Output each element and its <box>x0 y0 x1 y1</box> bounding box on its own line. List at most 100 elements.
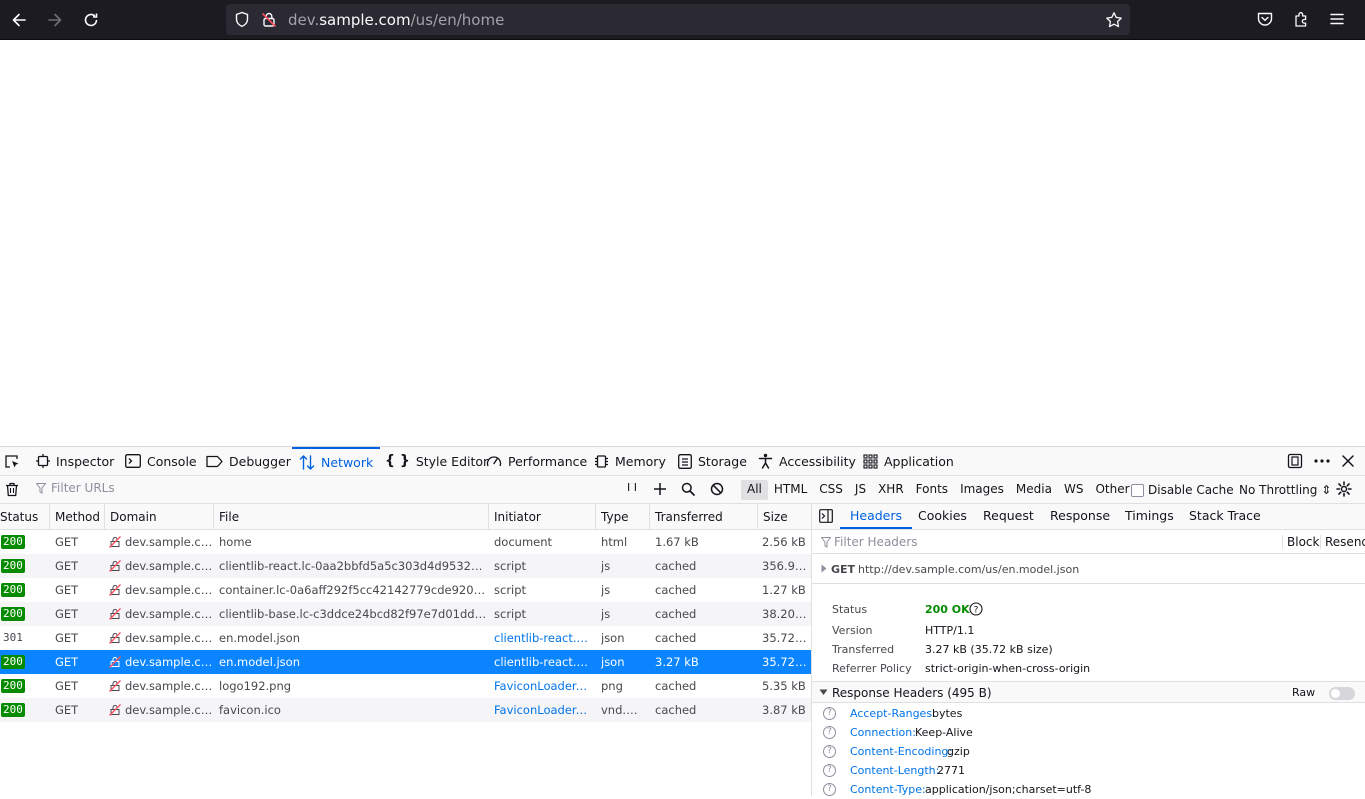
table-row[interactable]: 200 dev.sample.com GET favicon.ico FaviconLo… <box>0 698 811 722</box>
disable-cache-toggle[interactable]: Disable Cache <box>1131 483 1234 497</box>
tab-console[interactable]: Console <box>125 447 197 475</box>
column-type[interactable]: Type <box>596 504 650 530</box>
more-options-icon[interactable] <box>1313 447 1331 475</box>
debugger-icon <box>206 455 223 468</box>
cell-domain: dev.sample.com <box>125 703 213 717</box>
table-row[interactable]: 200 dev.sample.com GET logo192.png FaviconLo… <box>0 674 811 698</box>
tab-inspector[interactable]: Inspector <box>36 447 114 475</box>
block-icon[interactable] <box>710 482 724 496</box>
details-tab-cookies[interactable]: Cookies <box>918 504 967 529</box>
table-row[interactable]: 200 dev.sample.com GET container.lc-0a6aff2… <box>0 578 811 602</box>
help-circle-icon[interactable]: ? <box>969 602 983 616</box>
insecure-connection-icon <box>109 656 121 668</box>
filter-other[interactable]: Other <box>1089 480 1135 500</box>
filter-html[interactable]: HTML <box>768 480 813 500</box>
storage-icon <box>678 453 692 469</box>
raw-toggle[interactable] <box>1329 687 1355 700</box>
table-row[interactable]: 200 dev.sample.com GET clientlib-react.lc-0… <box>0 554 811 578</box>
cell-transferred: cached <box>655 583 697 597</box>
url-text[interactable]: dev.sample.com/us/en/home <box>288 11 504 29</box>
forward-arrow-icon[interactable] <box>45 10 65 30</box>
browser-toolbar: dev.sample.com/us/en/home <box>0 0 1365 40</box>
filter-xhr[interactable]: XHR <box>872 480 910 500</box>
extensions-icon[interactable] <box>1292 10 1312 30</box>
bookmark-star-icon[interactable] <box>1105 11 1123 29</box>
help-circle-icon[interactable]: ? <box>823 726 836 739</box>
details-tab-request[interactable]: Request <box>983 504 1034 529</box>
close-devtools-icon[interactable] <box>1341 447 1355 475</box>
trash-icon[interactable] <box>5 482 19 497</box>
throttling-select[interactable]: No Throttling ⇕ <box>1239 483 1331 497</box>
search-icon[interactable] <box>681 482 695 496</box>
disable-cache-checkbox[interactable] <box>1131 483 1144 497</box>
pause-icon[interactable]: I I <box>627 481 637 494</box>
column-status[interactable]: Status <box>0 504 50 530</box>
details-tab-headers[interactable]: Headers <box>840 504 913 529</box>
response-headers-section[interactable]: Response Headers (495 B) Raw <box>812 681 1365 703</box>
filter-urls-input[interactable]: Filter URLs <box>36 481 115 495</box>
details-tab-stack-trace[interactable]: Stack Trace <box>1189 504 1261 529</box>
reload-icon[interactable] <box>81 10 101 30</box>
filter-css[interactable]: CSS <box>813 480 849 500</box>
back-arrow-icon[interactable] <box>9 10 29 30</box>
filter-fonts[interactable]: Fonts <box>910 480 954 500</box>
column-method[interactable]: Method <box>50 504 105 530</box>
details-tab-response[interactable]: Response <box>1050 504 1110 529</box>
tab-performance[interactable]: Performance <box>486 447 587 475</box>
cell-file: clientlib-base.lc-c3ddce24bcd82f97e7d01d… <box>219 607 488 621</box>
filter-media[interactable]: Media <box>1010 480 1058 500</box>
filter-all[interactable]: All <box>741 480 768 500</box>
filter-headers-input[interactable]: Filter Headers <box>834 535 917 549</box>
column-domain[interactable]: Domain <box>105 504 214 530</box>
plus-icon[interactable] <box>653 482 667 496</box>
dock-side-icon[interactable] <box>1287 447 1303 475</box>
cell-transferred: cached <box>655 559 697 573</box>
expand-triangle-icon[interactable] <box>821 564 827 573</box>
tab-accessibility[interactable]: Accessibility <box>758 447 856 475</box>
cell-initiator[interactable]: FaviconLoader.js… <box>494 674 590 698</box>
settings-gear-icon[interactable] <box>1336 481 1352 497</box>
help-circle-icon[interactable]: ? <box>823 783 836 796</box>
block-button[interactable]: Block <box>1282 535 1319 549</box>
table-row[interactable]: 200 dev.sample.com GET en.model.json clientl… <box>0 650 811 674</box>
insecure-lock-icon[interactable] <box>261 11 277 28</box>
column-file[interactable]: File <box>214 504 489 530</box>
status-code: 200 <box>1 655 25 669</box>
status-code: 200 <box>1 583 25 597</box>
tab-storage[interactable]: Storage <box>678 447 747 475</box>
cell-initiator[interactable]: clientlib-react.lc-… <box>494 650 590 674</box>
tab-network[interactable]: Network <box>292 447 381 475</box>
column-size[interactable]: Size <box>758 504 811 530</box>
element-picker-icon[interactable] <box>4 452 20 470</box>
help-circle-icon[interactable]: ? <box>823 745 836 758</box>
url-bar[interactable]: dev.sample.com/us/en/home <box>226 4 1130 35</box>
help-circle-icon[interactable]: ? <box>823 707 836 720</box>
url-prefix: dev. <box>288 11 320 29</box>
header-key: Accept-Ranges: <box>850 707 936 720</box>
tab-application[interactable]: Application <box>863 447 954 475</box>
column-transferred[interactable]: Transferred <box>650 504 758 530</box>
pocket-icon[interactable] <box>1256 10 1276 30</box>
filter-js[interactable]: JS <box>849 480 872 500</box>
shield-icon[interactable] <box>234 11 250 28</box>
response-header-row: ? Content-Type: application/json;charset… <box>812 780 1365 799</box>
cell-initiator[interactable]: clientlib-react.lc-… <box>494 626 590 650</box>
filter-ws[interactable]: WS <box>1058 480 1089 500</box>
request-url-summary[interactable]: GET http://dev.sample.com/us/en.model.js… <box>812 554 1365 584</box>
table-row[interactable]: 301 dev.sample.com GET en.model.json clientl… <box>0 626 811 650</box>
hamburger-menu-icon[interactable] <box>1328 10 1348 30</box>
column-initiator[interactable]: Initiator <box>489 504 596 530</box>
tab-memory[interactable]: Memory <box>594 447 666 475</box>
collapse-triangle-icon[interactable] <box>819 689 828 696</box>
table-row[interactable]: 200 dev.sample.com GET clientlib-base.lc-c3… <box>0 602 811 626</box>
cell-method: GET <box>55 535 79 549</box>
cell-initiator[interactable]: FaviconLoader.js… <box>494 698 590 722</box>
table-row[interactable]: 200 dev.sample.com GET home document html 1.67… <box>0 530 811 554</box>
help-circle-icon[interactable]: ? <box>823 764 836 777</box>
tab-debugger[interactable]: Debugger <box>206 447 291 475</box>
cell-size: 356.9… <box>762 559 807 573</box>
details-tab-timings[interactable]: Timings <box>1125 504 1174 529</box>
tab-style-editor[interactable]: { } Style Editor <box>385 447 488 475</box>
filter-images[interactable]: Images <box>954 480 1010 500</box>
resend-button[interactable]: Resend <box>1320 535 1365 549</box>
